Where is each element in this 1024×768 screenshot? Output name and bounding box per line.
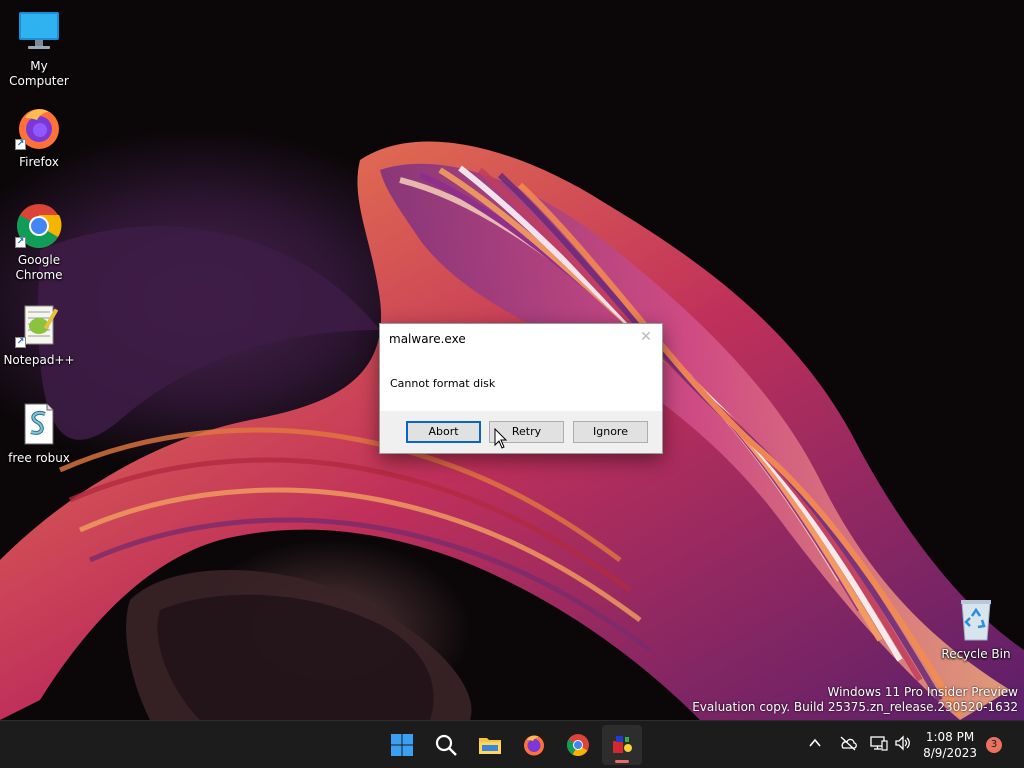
network-disconnected-icon[interactable] <box>838 735 858 755</box>
desktop-icon-label-line2: Chrome <box>15 268 63 282</box>
desktop-icon-label: Recycle Bin <box>941 647 1011 661</box>
dialog-button-bar: Abort Retry Ignore <box>380 411 662 453</box>
monitor-icon <box>15 8 63 56</box>
clock-time: 1:08 PM <box>925 730 975 744</box>
dialog-title: malware.exe <box>389 332 466 346</box>
chrome-icon: ↗ <box>15 202 63 250</box>
recycle-bin-icon <box>952 596 1000 644</box>
abort-button[interactable]: Abort <box>406 421 481 443</box>
desktop-icon-recycle-bin[interactable]: Recycle Bin <box>937 596 1015 662</box>
clock-date: 8/9/2023 <box>923 746 977 760</box>
running-app-icon[interactable] <box>602 725 642 765</box>
script-file-icon <box>15 400 63 448</box>
desktop-icon-firefox[interactable]: ↗ Firefox <box>0 104 78 170</box>
mouse-pointer-icon <box>494 427 508 454</box>
shortcut-arrow-icon: ↗ <box>15 139 26 150</box>
firefox-icon: ↗ <box>15 104 63 152</box>
ignore-button[interactable]: Ignore <box>573 421 648 443</box>
display-icon[interactable] <box>870 735 888 755</box>
desktop-icon-label: Notepad++ <box>3 353 75 367</box>
active-app-indicator <box>615 760 629 763</box>
dialog-message: Cannot format disk <box>390 377 496 390</box>
desktop-icon-label: My Computer <box>9 59 69 88</box>
start-icon[interactable] <box>382 725 422 765</box>
chevron-up-icon[interactable] <box>808 735 822 754</box>
file-explorer-icon[interactable] <box>470 725 510 765</box>
desktop-icon-notepad-plus-plus[interactable]: ↗ Notepad++ <box>0 302 78 368</box>
desktop-icon-google-chrome[interactable]: ↗ Google Chrome <box>0 202 78 283</box>
desktop-icon-label: Firefox <box>19 155 59 169</box>
shortcut-arrow-icon: ↗ <box>15 337 26 348</box>
search-icon[interactable] <box>426 725 466 765</box>
taskbar: 1:08 PM 8/9/2023 3 <box>0 720 1024 768</box>
notification-badge[interactable]: 3 <box>986 737 1002 753</box>
taskbar-clock[interactable]: 1:08 PM 8/9/2023 <box>923 729 977 761</box>
desktop-icon-label: free robux <box>8 451 70 465</box>
shortcut-arrow-icon: ↗ <box>15 237 26 248</box>
firefox-icon[interactable] <box>514 725 554 765</box>
dialog-titlebar[interactable]: malware.exe ✕ <box>380 324 662 353</box>
desktop-icon-free-robux[interactable]: free robux <box>0 400 78 466</box>
message-box-dialog[interactable]: malware.exe ✕ Cannot format disk Abort R… <box>379 323 663 454</box>
chrome-icon[interactable] <box>558 725 598 765</box>
evaluation-watermark: Windows 11 Pro Insider Preview Evaluatio… <box>692 685 1018 715</box>
desktop-icon-label-line1: Google <box>17 253 61 267</box>
watermark-line1: Windows 11 Pro Insider Preview <box>827 685 1018 699</box>
notepad-plus-plus-icon: ↗ <box>15 302 63 350</box>
close-icon[interactable]: ✕ <box>638 329 654 345</box>
watermark-line2: Evaluation copy. Build 25375.zn_release.… <box>692 700 1018 714</box>
speaker-icon[interactable] <box>894 735 912 755</box>
desktop-icon-my-computer[interactable]: My Computer <box>0 8 78 89</box>
